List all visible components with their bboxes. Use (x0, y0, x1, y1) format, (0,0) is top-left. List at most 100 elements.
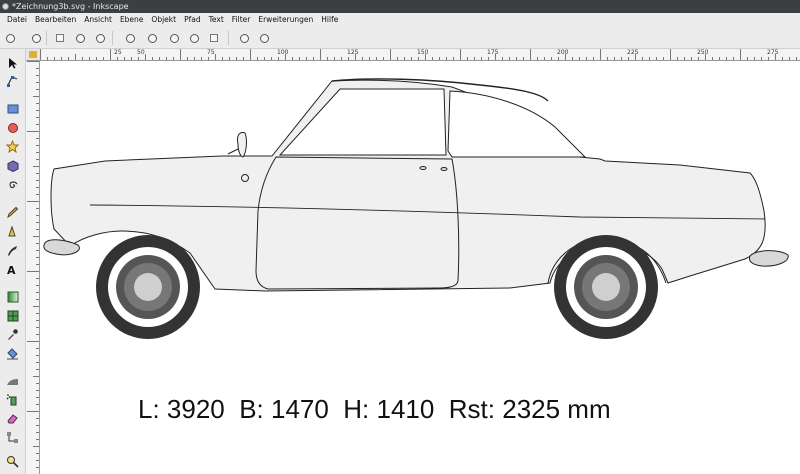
door-handle[interactable] (419, 166, 427, 170)
selector-icon[interactable] (5, 55, 20, 70)
ruler-tick (36, 327, 39, 328)
eraser-icon[interactable] (5, 411, 20, 426)
zoom-1-1-icon[interactable] (74, 32, 86, 44)
ruler-tick (726, 57, 727, 60)
ruler-tick (390, 49, 391, 60)
ruler-tick (369, 57, 370, 60)
ruler-tick (36, 229, 39, 230)
ruler-tick (33, 446, 39, 447)
text-icon[interactable]: A (5, 262, 20, 277)
ruler-tick (201, 57, 202, 60)
ruler-tick (33, 306, 39, 307)
3d-box-icon[interactable] (5, 158, 20, 173)
ruler-tick (425, 54, 426, 60)
toolbox: A (0, 49, 26, 474)
ruler-tick (36, 103, 39, 104)
ruler-tick (36, 173, 39, 174)
ruler-tick (327, 57, 328, 60)
zoom-width-icon[interactable] (168, 32, 180, 44)
door-lock[interactable] (440, 167, 448, 171)
pencil-icon[interactable] (5, 205, 20, 220)
ruler-tick (593, 57, 594, 60)
ruler-tick (572, 57, 573, 60)
ruler-tick (36, 264, 39, 265)
ruler-tick (313, 57, 314, 60)
zoom-out-icon[interactable] (124, 32, 136, 44)
calligraphy-icon[interactable] (5, 243, 20, 258)
ruler-tick (36, 180, 39, 181)
menu-text[interactable]: Text (205, 13, 228, 27)
ruler-tick (194, 57, 195, 60)
fuel-cap[interactable] (241, 174, 249, 182)
ruler-tick (670, 49, 671, 60)
menu-hilfe[interactable]: Hilfe (317, 13, 342, 27)
connector-icon[interactable] (5, 430, 20, 445)
gradient-icon[interactable] (5, 289, 20, 304)
window-title: *Zeichnung3b.svg - Inkscape (12, 2, 129, 11)
ruler-tick (36, 383, 39, 384)
ruler-tick (418, 57, 419, 60)
ruler-tick (761, 57, 762, 60)
menu-filter[interactable]: Filter (228, 13, 255, 27)
side-mirror[interactable] (237, 132, 247, 158)
ruler-tick (488, 57, 489, 60)
svg-text:A: A (7, 264, 16, 276)
menu-bearbeiten[interactable]: Bearbeiten (31, 13, 80, 27)
spiral-icon[interactable] (5, 177, 20, 192)
ruler-tick (208, 57, 209, 60)
zoom-previous-icon[interactable] (188, 32, 200, 44)
zoom-next-view-icon[interactable] (258, 32, 270, 44)
zoom-selection-icon[interactable] (54, 32, 66, 44)
ruler-tick (600, 49, 601, 60)
ruler-tick (180, 49, 181, 60)
menu-objekt[interactable]: Objekt (147, 13, 180, 27)
paint-bucket-icon[interactable] (5, 346, 20, 361)
dropper-icon[interactable] (5, 327, 20, 342)
zoom-fit-icon[interactable] (208, 32, 220, 44)
ruler-tick (152, 57, 153, 60)
ruler-tick (36, 320, 39, 321)
dimensions-text[interactable]: L: 3920 B: 1470 H: 1410 Rst: 2325 mm (138, 394, 611, 425)
ruler-tick (502, 57, 503, 60)
ruler-corner (26, 49, 40, 61)
rear-wheel[interactable] (554, 235, 658, 339)
ruler-tick (376, 57, 377, 60)
ruler-tick (36, 313, 39, 314)
ruler-tick (285, 54, 286, 60)
ruler-tick (145, 54, 146, 60)
zoom-icon[interactable] (5, 454, 20, 469)
rear-bumper[interactable] (749, 250, 789, 267)
menu-datei[interactable]: Datei (3, 13, 31, 27)
ruler-tick (264, 57, 265, 60)
zoom-page-icon[interactable] (30, 32, 42, 44)
zoom-drawing-icon[interactable] (4, 32, 16, 44)
ruler-tick (411, 57, 412, 60)
vertical-ruler[interactable] (26, 61, 40, 474)
front-wheel[interactable] (96, 235, 200, 339)
lock-icon[interactable] (29, 51, 37, 58)
menu-ebene[interactable]: Ebene (116, 13, 147, 27)
node-editor-icon[interactable] (5, 73, 20, 88)
ruler-tick (36, 425, 39, 426)
rectangle-icon[interactable] (5, 101, 20, 116)
mesh-icon[interactable] (5, 308, 20, 323)
menu-erweiterungen[interactable]: Erweiterungen (254, 13, 317, 27)
spray-icon[interactable] (5, 392, 20, 407)
ruler-tick (36, 257, 39, 258)
ruler-tick (362, 57, 363, 60)
menu-pfad[interactable]: Pfad (180, 13, 205, 27)
horizontal-ruler[interactable]: 25 50 75 100 125 150 175 200 225 250 275 (40, 49, 800, 61)
ruler-tick (509, 57, 510, 60)
ellipse-icon[interactable] (5, 120, 20, 135)
inkscape-app-icon (2, 3, 9, 10)
window-rear[interactable] (447, 90, 587, 158)
ruler-tick (684, 57, 685, 60)
zoom-1-2-icon[interactable] (94, 32, 106, 44)
star-icon[interactable] (5, 139, 20, 154)
menu-ansicht[interactable]: Ansicht (80, 13, 116, 27)
pen-icon[interactable] (5, 224, 20, 239)
zoom-prev-view-icon[interactable] (238, 32, 250, 44)
drawing-canvas[interactable]: L: 3920 B: 1470 H: 1410 Rst: 2325 mm (40, 61, 800, 474)
zoom-in-icon[interactable] (146, 32, 158, 44)
tweak-icon[interactable] (5, 373, 20, 388)
